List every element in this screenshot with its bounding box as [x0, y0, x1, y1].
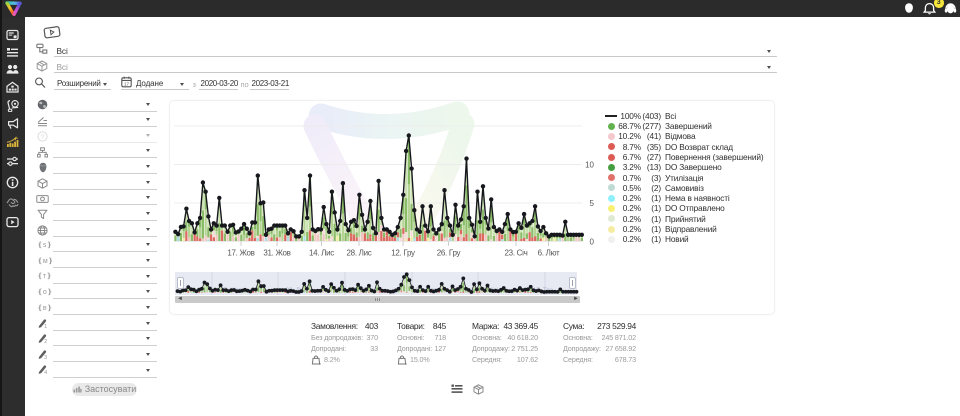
svg-text:14. Лис: 14. Лис	[309, 249, 334, 258]
svg-text:31. Жов: 31. Жов	[263, 249, 290, 258]
svg-text:5: 5	[590, 199, 595, 208]
svg-text:x: x	[319, 361, 321, 365]
svg-text:4: 4	[44, 371, 47, 376]
svg-text:23. Січ: 23. Січ	[505, 249, 528, 258]
svg-text:x: x	[405, 361, 407, 365]
svg-text:2: 2	[44, 339, 47, 344]
svg-text:3: 3	[44, 355, 47, 360]
svg-text:17. Жов: 17. Жов	[227, 249, 254, 258]
svg-text:28. Лис: 28. Лис	[347, 249, 372, 258]
svg-text:6. Лют: 6. Лют	[538, 249, 560, 258]
svg-text:0: 0	[590, 238, 595, 247]
svg-text:12. Гру: 12. Гру	[391, 249, 415, 258]
svg-text:26. Гру: 26. Гру	[437, 249, 461, 258]
svg-text:1: 1	[44, 324, 47, 329]
svg-text:?: ?	[41, 134, 45, 141]
svg-text:10: 10	[585, 161, 594, 170]
